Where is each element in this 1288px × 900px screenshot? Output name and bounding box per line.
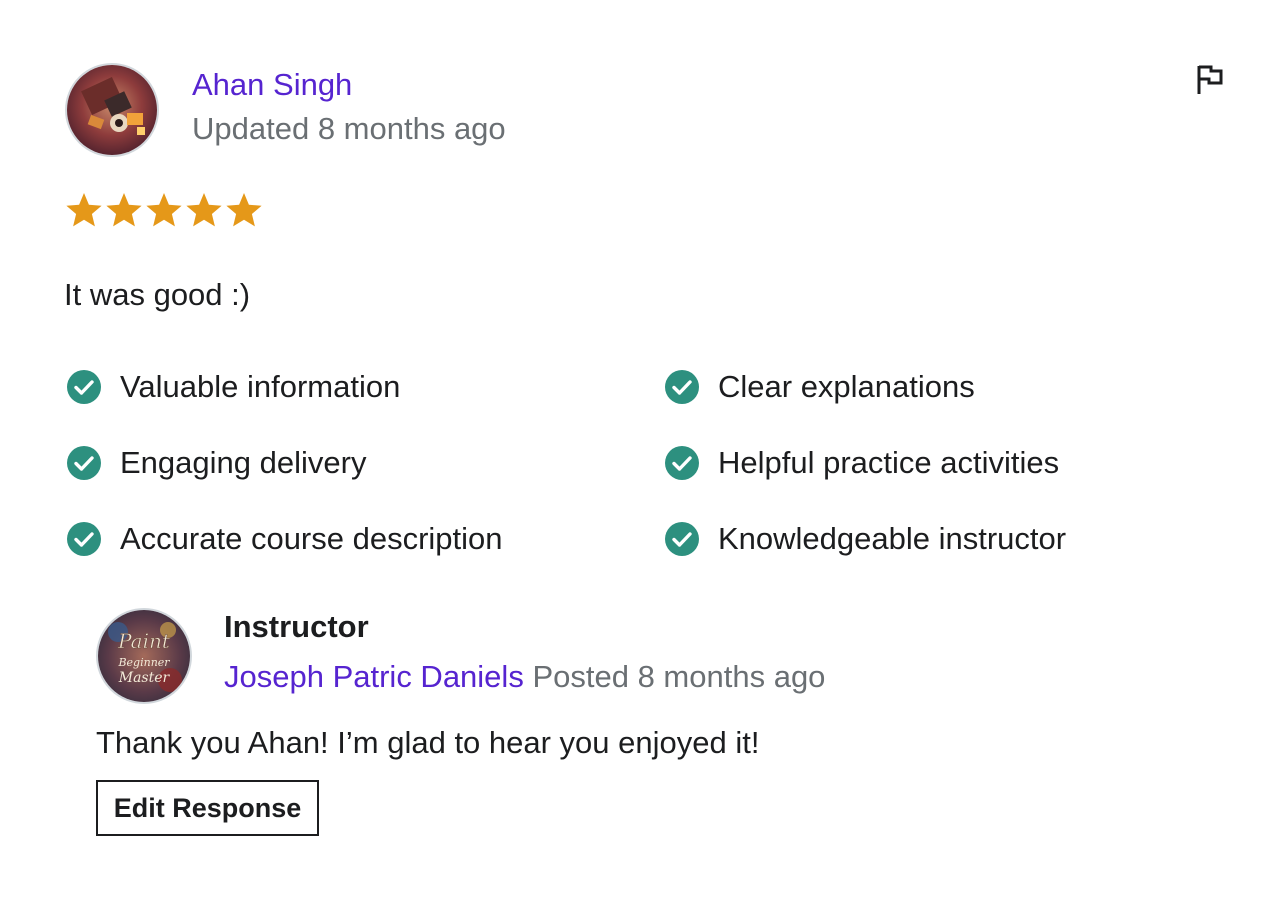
feedback-tag-label: Engaging delivery [120,445,367,480]
check-circle-icon [67,446,101,480]
svg-text:Beginner: Beginner [117,656,170,669]
reviewer-avatar [65,63,159,157]
feedback-tag-label: Helpful practice activities [718,445,1060,480]
star-rating [64,190,264,230]
instructor-avatar: Paint Beginner Master [96,608,192,704]
check-circle-icon [665,370,699,404]
feedback-tag: Clear explanations [664,366,975,408]
svg-text:Master: Master [118,670,171,686]
star-icon [146,193,182,227]
review-card: Ahan Singh Updated 8 months ago It was g… [0,0,1288,900]
check-circle-icon [665,522,699,556]
check-circle-icon [67,522,101,556]
reviewer-avatar-image [67,65,157,155]
feedback-tag: Valuable information [66,366,400,408]
feedback-tag-label: Accurate course description [120,521,503,556]
feedback-tag: Accurate course description [66,518,503,560]
feedback-tag-label: Valuable information [120,369,401,404]
feedback-tag-label: Clear explanations [718,369,975,404]
report-review-button[interactable] [1190,60,1230,100]
instructor-response-text: Thank you Ahan! I’m glad to hear you enj… [96,725,760,760]
flag-icon [1197,65,1223,94]
svg-text:Paint: Paint [117,629,171,653]
instructor-meta: Joseph Patric Daniels Posted 8 months ag… [224,656,825,698]
instructor-name-link[interactable]: Joseph Patric Daniels [224,659,524,694]
feedback-tag: Engaging delivery [66,442,366,484]
feedback-tag: Helpful practice activities [664,442,1059,484]
review-updated-time: Updated 8 months ago [192,111,506,146]
feedback-tag: Knowledgeable instructor [664,518,1066,560]
instructor-avatar-logo: Paint Beginner Master [98,610,190,702]
star-icon [186,193,222,227]
review-comment: It was good :) [64,277,251,312]
reviewer-name-link[interactable]: Ahan Singh [192,64,352,106]
feedback-tag-label: Knowledgeable instructor [718,521,1067,556]
response-posted-time: Posted 8 months ago [532,659,826,694]
edit-response-button[interactable]: Edit Response [96,780,319,836]
instructor-role-label: Instructor [224,609,369,644]
star-icon [66,193,102,227]
star-icon [106,193,142,227]
check-circle-icon [67,370,101,404]
star-icon [226,193,262,227]
check-circle-icon [665,446,699,480]
